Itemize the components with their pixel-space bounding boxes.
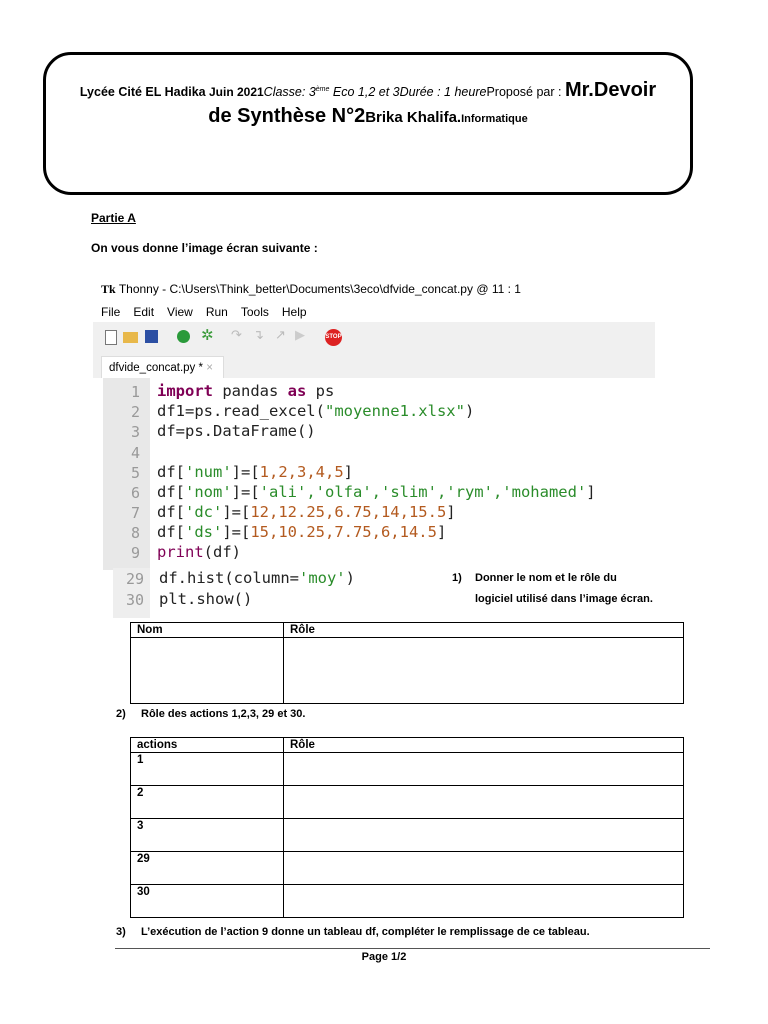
question-2-number: 2) [116,708,126,720]
table-actions: actions Rôle 1 2 3 29 30 [130,737,684,918]
question-3-text: L’exécution de l’action 9 donne un table… [141,926,590,938]
action-number: 30 [130,884,284,918]
debug-icon[interactable]: ✲ [201,326,214,344]
menu-tools[interactable]: Tools [241,305,269,319]
header-nom: Nom [130,622,284,638]
question-1-text-2: logiciel utilisé dans l’image écran. [475,593,653,605]
exam-title: de Synthèse N°2 [208,105,366,127]
table-software: Nom Rôle [130,622,684,704]
code-line-2: df1=ps.read_excel("moyenne1.xlsx") [157,402,475,420]
section-title: Partie A [91,211,136,225]
run-icon[interactable] [177,330,190,343]
header-role: Rôle [283,622,684,638]
line-number: 1 [130,383,140,401]
action-number: 29 [130,851,284,885]
thonny-logo-icon: Tk [101,282,116,296]
question-2-text: Rôle des actions 1,2,3, 29 et 30. [141,708,306,720]
tab-label: dfvide_concat.py * [109,362,203,374]
role-cell[interactable] [283,785,684,819]
cell-nom[interactable] [130,637,284,704]
stop-icon[interactable]: STOP [325,329,342,346]
resume-icon[interactable]: ▶ [295,327,305,343]
question-1-number: 1) [452,572,462,584]
code-line-7: df['dc']=[12,12.25,6.75,14,15.5] [157,503,456,521]
code-editor[interactable]: 1 2 3 4 5 6 7 8 9 import pandas as ps df… [103,378,655,570]
tab-dfvide-concat[interactable]: dfvide_concat.py * × [101,356,224,378]
cell-role[interactable] [283,637,684,704]
line-number: 30 [125,591,144,609]
class-label: Classe: 3 [263,85,316,99]
header-role: Rôle [283,737,684,753]
code-line-3: df=ps.DataFrame() [157,422,316,440]
action-number: 2 [130,785,284,819]
table-row: 3 [130,818,684,852]
line-number: 3 [130,423,140,441]
toolbar-area: ✲ ↷ ↴ ↗ ▶ STOP dfvide_concat.py * × [93,322,655,378]
menu-bar: File Edit View Run Tools Help [101,305,320,319]
question-3-number: 3) [116,926,126,938]
table-row: 29 [130,851,684,885]
menu-help[interactable]: Help [282,305,307,319]
code-snippet-2: 29 30 df.hist(column='moy') plt.show() [113,568,415,618]
line-number: 29 [125,570,144,588]
action-number: 3 [130,818,284,852]
header-line-2: de Synthèse N°2Brika Khalifa.Informatiqu… [46,105,690,128]
line-number: 8 [130,524,140,542]
thonny-screenshot: Tk Thonny - C:\Users\Think_better\Docume… [93,278,655,570]
step-over-icon[interactable]: ↷ [231,327,242,343]
tab-close-icon[interactable]: × [206,362,213,374]
step-into-icon[interactable]: ↴ [253,327,264,343]
author-name: Brika Khalifa. [365,109,462,126]
header-box: Lycée Cité EL Hadika Juin 2021Classe: 3è… [43,52,693,195]
code-line-30: plt.show() [159,590,253,608]
code-line-29: df.hist(column='moy') [159,569,355,587]
subject: Informatique [461,113,528,125]
class-duration: Eco 1,2 et 3Durée : 1 heure [329,85,487,99]
action-number: 1 [130,752,284,786]
line-number: 7 [130,504,140,522]
menu-file[interactable]: File [101,305,120,319]
code-line-6: df['nom']=['ali','olfa','slim','rym','mo… [157,483,596,501]
role-cell[interactable] [283,884,684,918]
line-gutter: 1 2 3 4 5 6 7 8 9 [103,378,150,570]
save-icon[interactable] [145,330,158,343]
line-number: 4 [130,444,140,462]
code-line-5: df['num']=[1,2,3,4,5] [157,463,354,481]
title-text: Thonny - C:\Users\Think_better\Documents… [118,282,521,296]
step-out-icon[interactable]: ↗ [275,327,286,343]
intro-text: On vous donne l’image écran suivante : [91,241,318,255]
mr-label: Mr. [564,79,594,101]
table-row: 30 [130,884,684,918]
line-number: 5 [130,464,140,482]
line-number: 9 [130,544,140,562]
table-row: 1 [130,752,684,786]
class-sup: ème [315,85,330,93]
header-actions: actions [130,737,284,753]
code-line-9: print(df) [157,543,241,561]
header-line-1: Lycée Cité EL Hadika Juin 2021Classe: 3è… [46,79,690,102]
line-number: 6 [130,484,140,502]
footer-divider [115,948,710,949]
new-file-icon[interactable] [105,330,117,345]
window-title: Tk Thonny - C:\Users\Think_better\Docume… [101,282,521,297]
role-cell[interactable] [283,752,684,786]
proposed-by: Proposé par : [486,85,565,99]
role-cell[interactable] [283,851,684,885]
exam-date: Juin 2021 [205,85,264,99]
question-1-text-1: Donner le nom et le rôle du [475,572,617,584]
table-row: 2 [130,785,684,819]
page-number: Page 1/2 [361,951,407,963]
devoir-label: Devoir [593,79,657,101]
line-gutter: 29 30 [113,568,150,618]
role-cell[interactable] [283,818,684,852]
school-name: Lycée Cité EL Hadika [79,85,206,99]
code-line-8: df['ds']=[15,10.25,7.75,6,14.5] [157,523,447,541]
open-file-icon[interactable] [123,332,138,343]
menu-edit[interactable]: Edit [133,305,154,319]
menu-run[interactable]: Run [206,305,228,319]
line-number: 2 [130,403,140,421]
code-line-1: import pandas as ps [157,382,335,400]
menu-view[interactable]: View [167,305,193,319]
